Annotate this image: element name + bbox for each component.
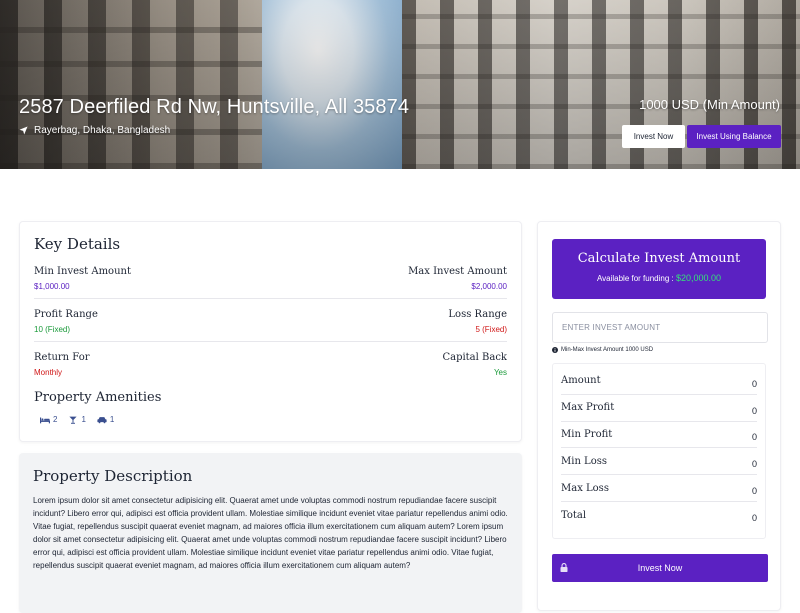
amenities-list: 2 1 1 [34,415,507,424]
hero-actions: Invest Now Invest Using Balance [622,125,781,148]
location-text: Rayerbag, Dhaka, Bangladesh [34,125,171,136]
summary-label: Max Loss [561,482,609,494]
loss-range-label: Loss Range [448,309,507,320]
summary-row: Max Loss 0 [561,475,757,502]
description-text: Lorem ipsum dolor sit amet consectetur a… [33,496,508,570]
bed-icon [40,417,50,423]
capital-back-value: Yes [493,368,507,377]
summary-value: 0 [751,432,757,443]
invest-hint: Min-Max Invest Amount 1000 USD [552,347,766,353]
capital-back-label: Capital Back [442,352,507,363]
property-location: Rayerbag, Dhaka, Bangladesh [19,125,170,136]
summary-label: Min Profit [561,428,613,440]
amenity-bedrooms: 2 [40,415,57,424]
car-icon [97,416,107,423]
return-for-label: Return For [34,352,90,363]
available-label: Available for funding : [596,274,674,283]
invest-now-button[interactable]: Invest Now [622,125,685,148]
summary-value: 0 [751,459,757,470]
amenity-parking: 1 [97,415,114,424]
invest-using-balance-button[interactable]: Invest Using Balance [687,125,781,148]
summary-label: Min Loss [561,455,607,467]
invest-summary: Amount 0 Max Profit 0 Min Profit 0 Min L… [552,363,766,539]
key-details-title: Key Details [34,235,121,253]
summary-row: Min Profit 0 [561,422,757,449]
info-icon [552,347,558,353]
cocktail-icon [69,416,78,424]
amenity-value: 1 [81,415,86,424]
amenity-value: 2 [53,415,58,424]
property-title: 2587 Deerfiled Rd Nw, Huntsville, All 35… [19,96,410,118]
summary-value: 0 [751,378,757,389]
property-description-card: Property Description Lorem ipsum dolor s… [19,453,522,613]
invest-now-label: Invest Now [637,563,683,573]
summary-label: Amount [561,375,601,387]
calculator-title: Calculate Invest Amount [577,251,741,266]
summary-row: Amount 0 [561,368,757,395]
summary-label: Max Profit [561,402,615,414]
summary-value: 0 [751,486,757,497]
hint-text: Min-Max Invest Amount 1000 USD [561,347,654,353]
amenity-value: 1 [109,415,115,424]
amenities-title: Property Amenities [34,390,162,405]
summary-value: 0 [751,405,757,416]
detail-row: Min Invest Amount $1,000.00 Max Invest A… [34,263,507,299]
summary-row: Total 0 [561,502,757,529]
location-arrow-icon [19,126,28,135]
return-for-value: Monthly [34,368,63,377]
invest-now-submit-button[interactable]: Invest Now [552,554,768,582]
hero-banner: 2587 Deerfiled Rd Nw, Huntsville, All 35… [0,0,800,169]
calculator-card: Calculate Invest Amount Available for fu… [537,221,781,611]
lock-icon [560,563,568,572]
max-invest-label: Max Invest Amount [408,266,507,277]
summary-label: Total [561,509,587,521]
detail-row: Profit Range 10 (Fixed) Loss Range 5 (Fi… [34,306,507,342]
min-invest-value: $1,000.00 [34,282,70,291]
loss-range-value: 5 (Fixed) [475,325,507,334]
profit-range-value: 10 (Fixed) [34,325,71,334]
available-amount: $20,000.00 [675,273,722,283]
summary-value: 0 [751,513,757,524]
calculator-header: Calculate Invest Amount Available for fu… [552,239,766,299]
amenity-bar: 1 [68,415,86,424]
available-funding: Available for funding : $20,000.00 [552,273,766,283]
description-title: Property Description [33,467,193,485]
invest-amount-input[interactable] [552,312,768,343]
min-invest-label: Min Invest Amount [34,266,131,277]
summary-row: Min Loss 0 [561,448,757,476]
key-details-card: Key Details Min Invest Amount $1,000.00 … [19,221,522,442]
detail-row: Return For Monthly Capital Back Yes [34,349,507,385]
max-invest-value: $2,000.00 [471,282,507,291]
profit-range-label: Profit Range [34,309,98,320]
min-amount: 1000 USD (Min Amount) [639,97,780,112]
summary-row: Max Profit 0 [561,395,757,422]
